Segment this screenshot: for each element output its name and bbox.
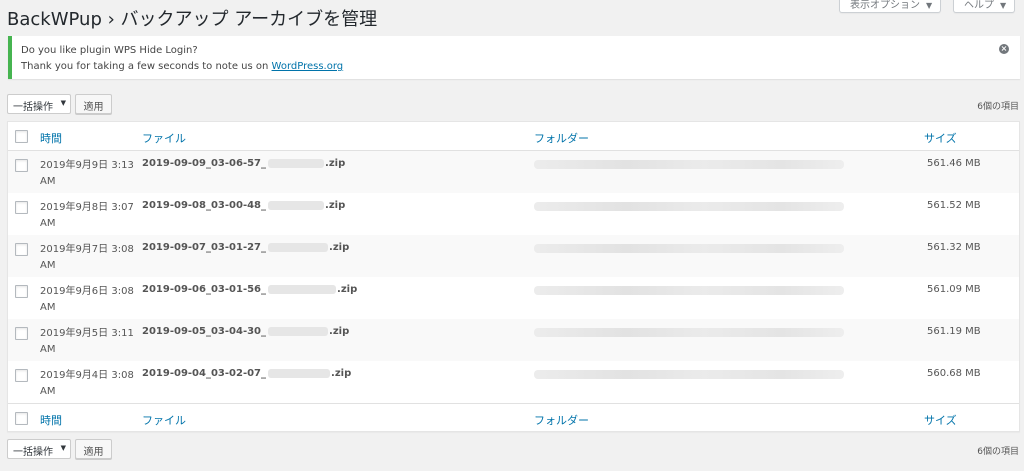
bulk-actions-label: 一括操作 — [13, 447, 53, 458]
column-folder-footer[interactable]: フォルダー — [534, 412, 589, 428]
notice-text: Thank you for taking a few seconds to no… — [21, 61, 272, 72]
dismiss-icon[interactable]: × — [999, 44, 1009, 54]
redacted-folder-path — [534, 328, 844, 337]
help-button[interactable]: ヘルプ ▼ — [953, 0, 1016, 13]
file-name-prefix: 2019-09-04_03-02-07_ — [142, 368, 267, 379]
page-title: BackWPup › バックアップ アーカイブを管理 — [7, 9, 378, 30]
caret-down-icon: ▼ — [60, 99, 66, 107]
backup-file-link[interactable]: 2019-09-06_03-01-56_ .zip — [142, 284, 357, 295]
bulk-actions-select-top[interactable]: 一括操作 ▼ — [7, 94, 71, 114]
backup-file-link[interactable]: 2019-09-08_03-00-48_ .zip — [142, 200, 345, 211]
redacted-text — [268, 242, 329, 252]
redacted-text — [268, 368, 331, 378]
notice-line-2: Thank you for taking a few seconds to no… — [21, 59, 1020, 75]
backup-time: 2019年9月6日 3:08 AM — [40, 286, 134, 313]
backup-time: 2019年9月9日 3:13 AM — [40, 160, 134, 187]
file-name-suffix: .zip — [331, 368, 352, 379]
table-row: 2019年9月7日 3:08 AM 2019-09-07_03-01-27_ .zi… — [8, 235, 1019, 277]
file-name-prefix: 2019-09-09_03-06-57_ — [142, 158, 267, 169]
table-row: 2019年9月4日 3:08 AM 2019-09-04_03-02-07_ .zi… — [8, 361, 1019, 403]
row-checkbox[interactable] — [15, 159, 28, 172]
backup-file-link[interactable]: 2019-09-04_03-02-07_ .zip — [142, 368, 351, 379]
column-file-footer[interactable]: ファイル — [142, 412, 186, 428]
item-count-bottom: 6個の項目 — [977, 447, 1019, 457]
backup-size: 561.32 MB — [927, 242, 981, 253]
backup-file-link[interactable]: 2019-09-07_03-01-27_ .zip — [142, 242, 349, 253]
select-all-checkbox[interactable] — [15, 130, 28, 143]
file-name-prefix: 2019-09-07_03-01-27_ — [142, 242, 267, 253]
backup-time: 2019年9月5日 3:11 AM — [40, 328, 134, 355]
file-name-suffix: .zip — [325, 200, 346, 211]
help-label: ヘルプ — [964, 0, 994, 11]
item-count-top: 6個の項目 — [977, 102, 1019, 112]
file-name-prefix: 2019-09-08_03-00-48_ — [142, 200, 267, 211]
wordpress-org-link[interactable]: WordPress.org — [272, 61, 344, 72]
select-all-checkbox-footer[interactable] — [15, 412, 28, 425]
admin-notice: Do you like plugin WPS Hide Login? Thank… — [8, 36, 1020, 79]
column-size-header[interactable]: サイズ — [924, 130, 957, 146]
file-name-prefix: 2019-09-06_03-01-56_ — [142, 284, 267, 295]
screen-options-label: 表示オプション — [850, 0, 920, 11]
backup-size: 560.68 MB — [927, 368, 981, 379]
backup-archives-table: 時間 ファイル フォルダー サイズ 2019年9月9日 3:13 AM 2019-… — [7, 121, 1020, 432]
backup-time: 2019年9月4日 3:08 AM — [40, 370, 134, 397]
table-footer-row: 時間 ファイル フォルダー サイズ — [8, 403, 1019, 432]
redacted-folder-path — [534, 286, 844, 295]
backup-size: 561.52 MB — [927, 200, 981, 211]
backup-time: 2019年9月7日 3:08 AM — [40, 244, 134, 271]
screen-options-button[interactable]: 表示オプション ▼ — [839, 0, 942, 13]
column-folder-header[interactable]: フォルダー — [534, 130, 589, 146]
table-row: 2019年9月5日 3:11 AM 2019-09-05_03-04-30_ .zi… — [8, 319, 1019, 361]
file-name-prefix: 2019-09-05_03-04-30_ — [142, 326, 267, 337]
row-checkbox[interactable] — [15, 201, 28, 214]
backup-file-link[interactable]: 2019-09-05_03-04-30_ .zip — [142, 326, 349, 337]
table-header-row: 時間 ファイル フォルダー サイズ — [8, 122, 1019, 151]
backup-size: 561.09 MB — [927, 284, 981, 295]
backup-time: 2019年9月8日 3:07 AM — [40, 202, 134, 229]
redacted-text — [268, 326, 329, 336]
redacted-text — [268, 158, 325, 168]
apply-button-bottom[interactable]: 適用 — [75, 439, 112, 459]
backup-size: 561.46 MB — [927, 158, 981, 169]
table-row: 2019年9月9日 3:13 AM 2019-09-09_03-06-57_ .zi… — [8, 151, 1019, 193]
redacted-folder-path — [534, 160, 844, 169]
bulk-actions-label: 一括操作 — [13, 102, 53, 113]
column-size-footer[interactable]: サイズ — [924, 412, 957, 428]
redacted-folder-path — [534, 202, 844, 211]
column-file-header[interactable]: ファイル — [142, 130, 186, 146]
table-row: 2019年9月6日 3:08 AM 2019-09-06_03-01-56_ .zi… — [8, 277, 1019, 319]
apply-button-top[interactable]: 適用 — [75, 94, 112, 114]
bulk-actions-select-bottom[interactable]: 一括操作 ▼ — [7, 439, 71, 459]
backup-file-link[interactable]: 2019-09-09_03-06-57_ .zip — [142, 158, 345, 169]
row-checkbox[interactable] — [15, 285, 28, 298]
caret-down-icon: ▼ — [926, 1, 933, 10]
file-name-suffix: .zip — [337, 284, 358, 295]
redacted-text — [268, 200, 325, 210]
redacted-text — [268, 284, 337, 294]
caret-down-icon: ▼ — [1000, 1, 1007, 10]
file-name-suffix: .zip — [329, 242, 350, 253]
column-time-footer[interactable]: 時間 — [40, 412, 62, 428]
table-row: 2019年9月8日 3:07 AM 2019-09-08_03-00-48_ .zi… — [8, 193, 1019, 235]
column-time-header[interactable]: 時間 — [40, 130, 62, 146]
caret-down-icon: ▼ — [60, 444, 66, 452]
row-checkbox[interactable] — [15, 369, 28, 382]
file-name-suffix: .zip — [325, 158, 346, 169]
redacted-folder-path — [534, 244, 844, 253]
row-checkbox[interactable] — [15, 327, 28, 340]
notice-line-1: Do you like plugin WPS Hide Login? — [21, 45, 198, 56]
redacted-folder-path — [534, 370, 844, 379]
backup-size: 561.19 MB — [927, 326, 981, 337]
file-name-suffix: .zip — [329, 326, 350, 337]
row-checkbox[interactable] — [15, 243, 28, 256]
